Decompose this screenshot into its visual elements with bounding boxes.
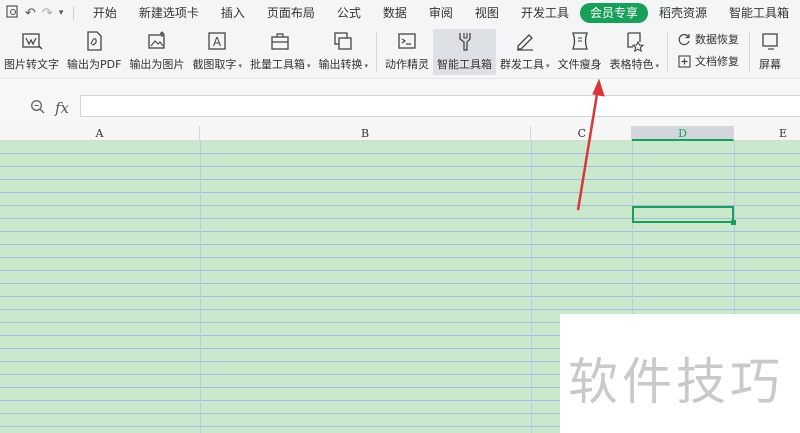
redo-icon[interactable]: ↷ [42,6,53,21]
svg-text:A: A [213,35,222,49]
tab-page-layout[interactable]: 页面布局 [256,3,326,23]
divider [73,6,75,20]
data-recovery-button[interactable]: 数据恢复 [678,31,739,47]
tab-insert[interactable]: 插入 [210,3,256,23]
pen-edit-icon [513,29,537,53]
toolbox-icon [268,29,292,53]
export-pdf-icon [82,29,106,53]
divider [667,32,669,72]
batch-toolbox-label: 批量工具箱 ▾ [249,58,311,71]
screenshot-text-button[interactable]: A 截图取字 ▾ [188,29,246,75]
export-pdf-button[interactable]: 输出为PDF [63,29,125,75]
group-send-tools-button[interactable]: 群发工具 ▾ [496,29,554,75]
group-send-tools-label: 群发工具 ▾ [499,58,550,71]
print-preview-icon[interactable] [6,4,19,22]
doc-repair-button[interactable]: 文档修复 [678,53,739,69]
insert-function-icon[interactable]: fx [55,99,69,117]
zoom-search-icon[interactable] [30,99,45,117]
selected-cell[interactable] [632,206,736,225]
column-header-e[interactable]: E [734,126,800,141]
tab-member-exclusive[interactable]: 会员专享 [579,3,648,23]
screen-record-icon [758,29,782,53]
column-header-a[interactable]: A [0,126,200,141]
column-header-b[interactable]: B [200,126,531,141]
smart-toolbox-button[interactable]: 智能工具箱 [432,29,496,75]
formula-input[interactable] [80,95,800,117]
divider [749,32,751,72]
file-slim-label: 文件瘦身 [557,58,602,71]
screen-record-label: 屏幕 [759,58,782,71]
export-pdf-label: 输出为PDF [67,58,122,71]
data-recovery-label: 数据恢复 [695,33,740,46]
watermark-box: 软件技巧 [560,314,800,433]
smart-toolbox-label: 智能工具箱 [436,58,492,71]
tab-view[interactable]: 视图 [464,3,510,23]
table-features-icon [622,29,646,53]
ribbon-toolbar: 图片转文字 输出为PDF 输出为图片 A 截图取字 ▾ 批量工具箱 ▾ 输出转换… [0,26,800,78]
table-features-label: 表格特色 ▾ [609,58,660,71]
export-image-button[interactable]: 输出为图片 [125,29,188,75]
action-wizard-button[interactable]: 动作精灵 [381,29,433,75]
tab-docer-resources[interactable]: 稻壳资源 [648,3,718,23]
tab-home[interactable]: 开始 [82,3,128,23]
image-to-text-label: 图片转文字 [4,58,59,71]
action-wizard-label: 动作精灵 [384,58,429,71]
column-header-c[interactable]: C [531,126,632,141]
column-header-row: A B C D E [0,126,800,141]
tab-smart-toolbox[interactable]: 智能工具箱 [718,3,800,23]
undo-icon[interactable]: ↶ [25,6,36,21]
menu-bar: ↶ ↷ ▾ 开始 新建选项卡 插入 页面布局 公式 数据 审阅 视图 开发工具 … [0,0,800,26]
tab-review[interactable]: 审阅 [418,3,464,23]
column-gridline [200,141,201,433]
file-slim-icon [568,29,592,53]
tab-data[interactable]: 数据 [372,3,418,23]
wrench-icon [452,29,476,53]
terminal-icon [395,29,419,53]
column-gridline [531,141,532,433]
quick-access-dropdown-icon[interactable]: ▾ [59,8,64,18]
recovery-group: 数据恢复 文档修复 [672,29,745,71]
tab-developer[interactable]: 开发工具 [510,3,580,23]
image-to-text-button[interactable]: 图片转文字 [0,29,63,75]
divider [375,32,377,72]
ribbon-tabs: 开始 新建选项卡 插入 页面布局 公式 数据 审阅 视图 开发工具 会员专享 稻… [82,3,800,23]
tab-new-tab[interactable]: 新建选项卡 [128,3,210,23]
screenshot-text-label: 截图取字 ▾ [192,58,242,71]
export-convert-button[interactable]: 输出转换 ▾ [314,29,372,75]
table-features-button[interactable]: 表格特色 ▾ [606,29,664,75]
screenshot-text-icon: A [205,29,229,53]
spreadsheet-window: ↶ ↷ ▾ 开始 新建选项卡 插入 页面布局 公式 数据 审阅 视图 开发工具 … [0,0,800,433]
formula-bar: fx [0,78,800,126]
refresh-icon [678,33,690,45]
plus-box-icon [678,54,691,68]
export-image-icon [145,29,169,53]
column-header-d[interactable]: D [632,126,734,141]
export-convert-label: 输出转换 ▾ [318,58,368,71]
tab-formulas[interactable]: 公式 [326,3,372,23]
watermark-text: 软件技巧 [568,353,784,411]
doc-repair-label: 文档修复 [695,55,740,68]
quick-access-toolbar: ↶ ↷ ▾ [0,4,82,22]
file-slim-button[interactable]: 文件瘦身 [554,29,606,75]
screen-record-button[interactable]: 屏幕 [754,29,786,75]
batch-toolbox-button[interactable]: 批量工具箱 ▾ [246,29,315,75]
export-convert-icon [331,29,355,53]
export-image-label: 输出为图片 [129,58,185,71]
formula-tools: fx [30,99,69,117]
image-to-text-icon [20,29,44,53]
